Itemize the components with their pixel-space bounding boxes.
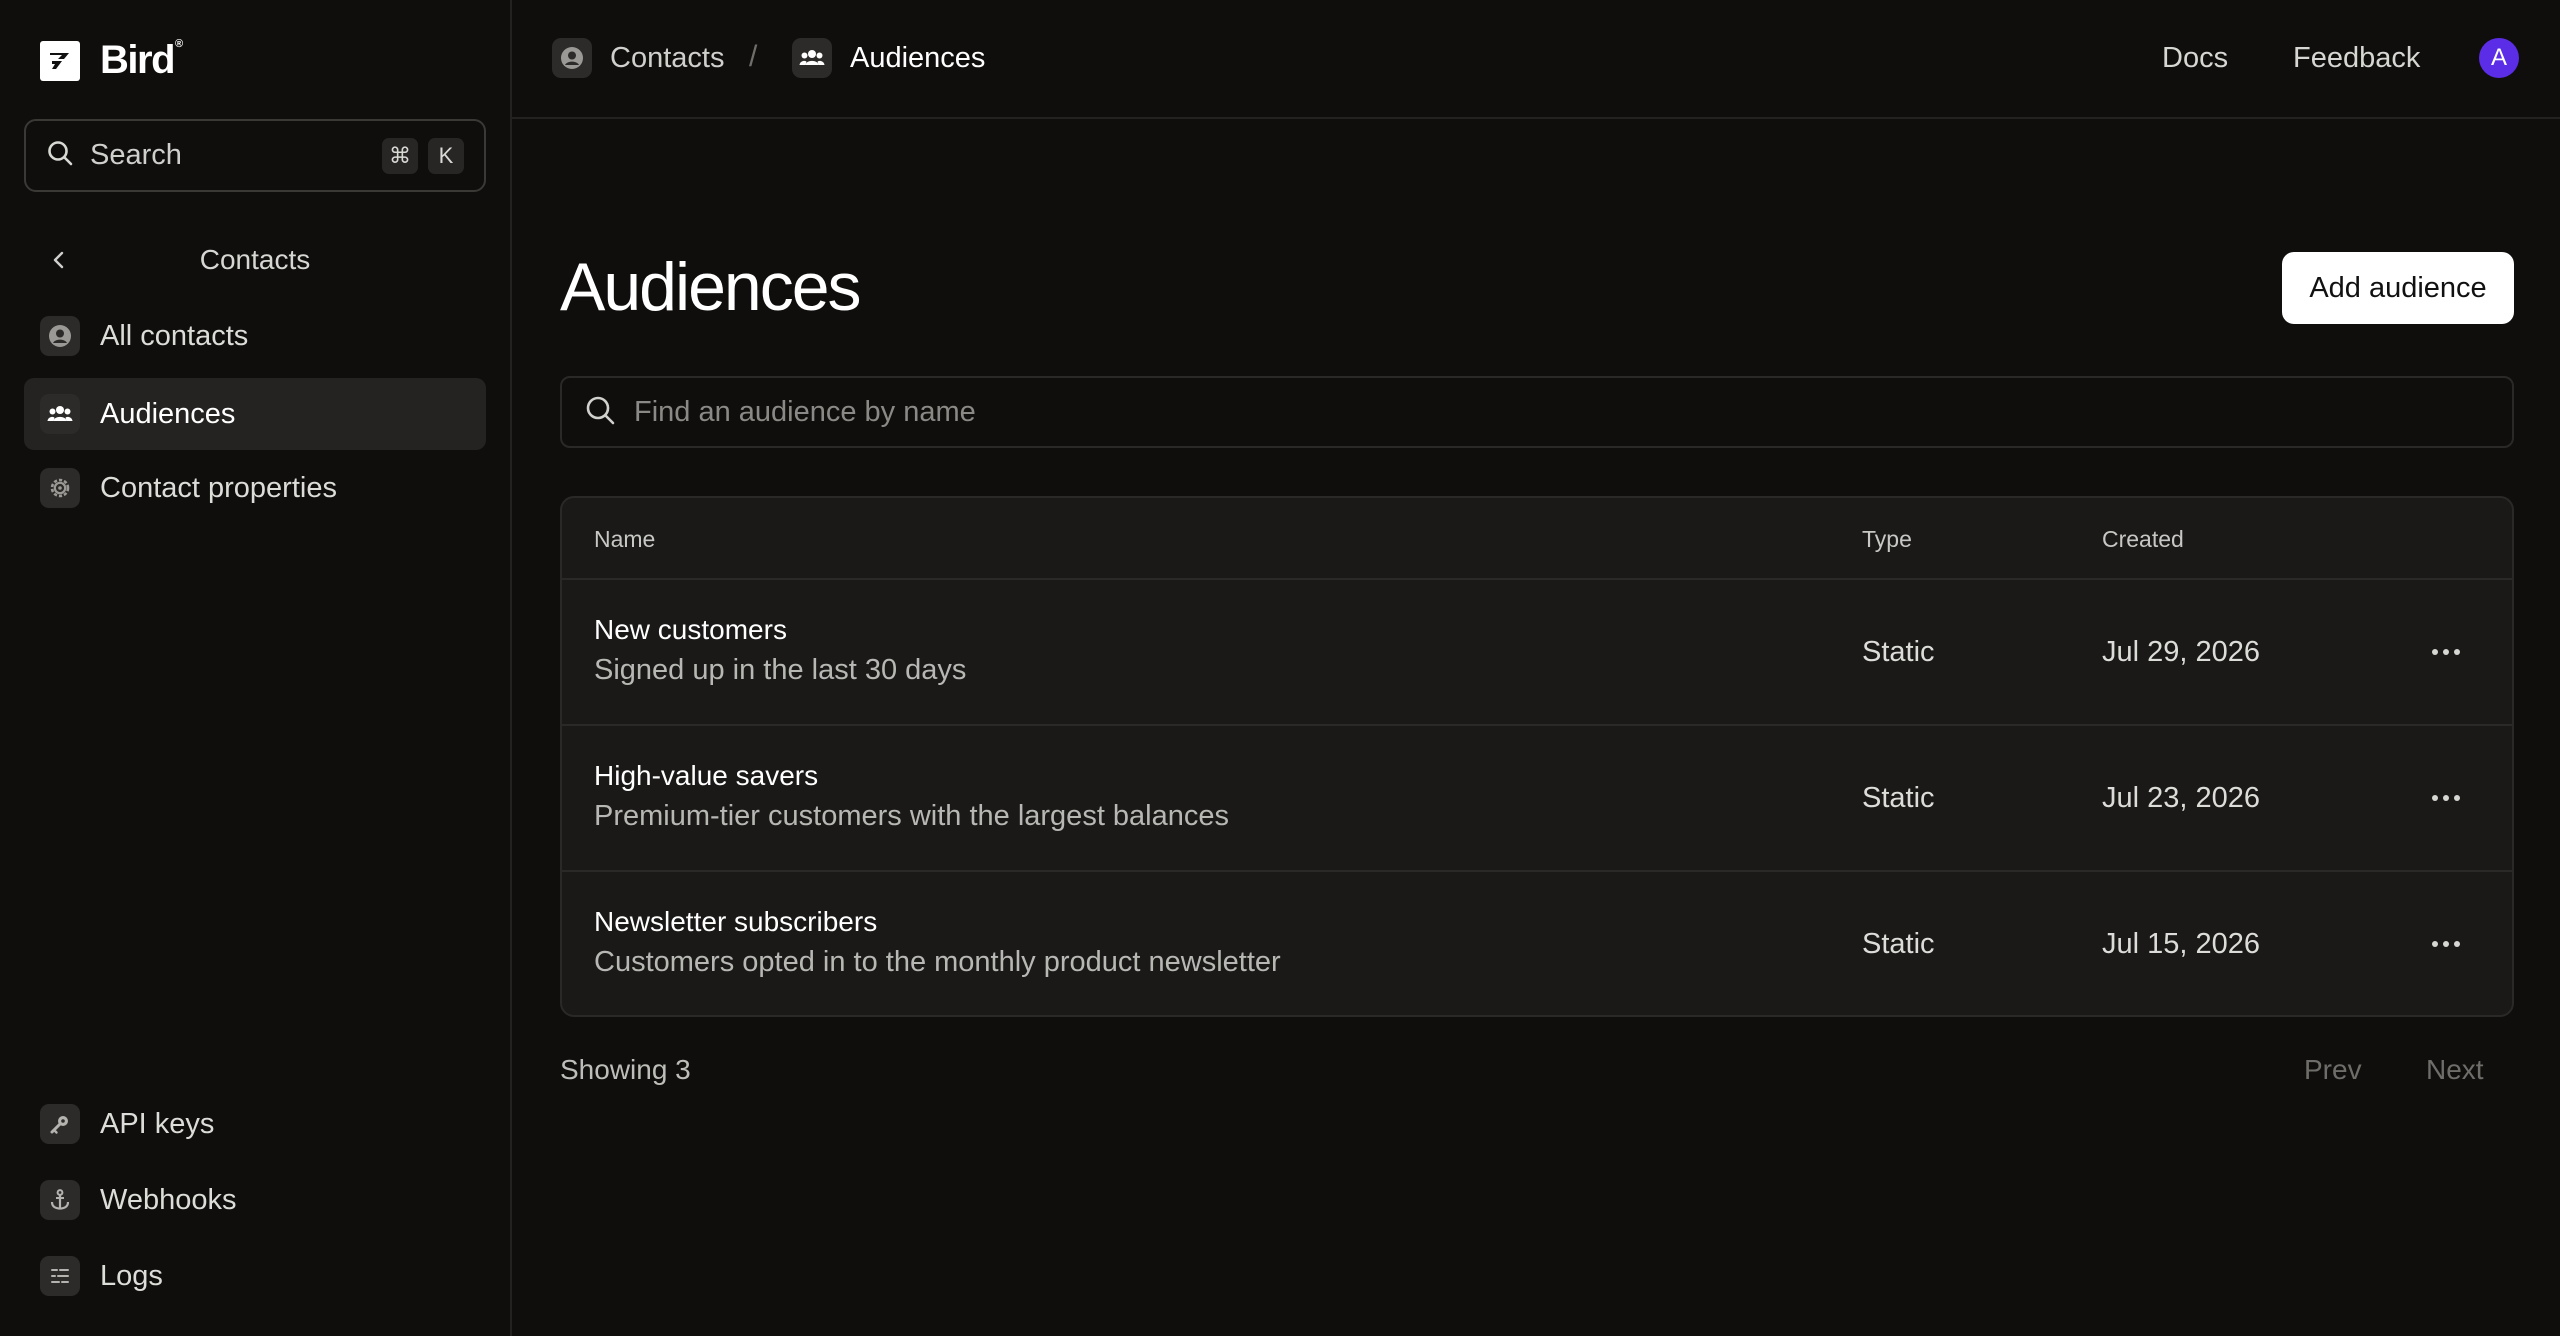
- next-page-button[interactable]: Next: [2426, 1054, 2484, 1086]
- audience-name[interactable]: New customers: [594, 614, 787, 646]
- users-group-icon: [40, 394, 80, 434]
- main-content: Contacts / Audiences Docs Feedback A Aud…: [512, 0, 2560, 1336]
- breadcrumb-separator: /: [749, 40, 758, 73]
- sidebar-item-label: Webhooks: [100, 1183, 237, 1216]
- table-header: Name Type Created: [562, 498, 2512, 580]
- audiences-table: Name Type Created New customers Signed u…: [560, 496, 2514, 1017]
- top-bar: Contacts / Audiences Docs Feedback A: [512, 0, 2560, 119]
- sidebar-item-api-keys[interactable]: API keys: [24, 1088, 486, 1160]
- user-circle-icon: [40, 316, 80, 356]
- breadcrumb-label: Contacts: [610, 41, 725, 74]
- docs-link[interactable]: Docs: [2162, 42, 2228, 75]
- sidebar: Bird® Search ⌘ K Contacts All contacts A…: [0, 0, 512, 1336]
- bird-logo-icon: [40, 40, 80, 81]
- sidebar-item-contact-properties[interactable]: Contact properties: [24, 452, 486, 524]
- audience-name[interactable]: High-value savers: [594, 760, 818, 792]
- sidebar-item-label: Logs: [100, 1259, 163, 1292]
- results-count: Showing 3: [560, 1054, 691, 1085]
- audience-description: Signed up in the last 30 days: [594, 654, 967, 686]
- sidebar-item-label: Audiences: [100, 397, 236, 430]
- add-audience-button[interactable]: Add audience: [2282, 252, 2514, 324]
- column-header-created[interactable]: Created: [2102, 526, 2184, 553]
- find-audience-placeholder: Find an audience by name: [634, 395, 976, 428]
- column-header-name[interactable]: Name: [594, 526, 655, 553]
- search-icon: [46, 139, 74, 172]
- breadcrumb-label: Audiences: [850, 41, 986, 74]
- chevron-left-icon[interactable]: [46, 247, 72, 273]
- audience-description: Customers opted in to the monthly produc…: [594, 946, 1281, 978]
- sidebar-item-audiences[interactable]: Audiences: [24, 378, 486, 450]
- app-window: Bird® Search ⌘ K Contacts All contacts A…: [0, 0, 2560, 1336]
- more-options-icon[interactable]: [2424, 632, 2468, 672]
- audience-type: Static: [1862, 928, 1935, 960]
- table-row[interactable]: High-value savers Premium-tier customers…: [562, 726, 2512, 872]
- column-header-type[interactable]: Type: [1862, 526, 1912, 553]
- gear-icon: [40, 468, 80, 508]
- sidebar-section-title: Contacts: [199, 244, 311, 275]
- more-options-icon[interactable]: [2424, 778, 2468, 818]
- audience-type: Static: [1862, 782, 1935, 814]
- audience-type: Static: [1862, 636, 1935, 668]
- users-group-icon: [792, 38, 832, 78]
- search-icon: [584, 394, 616, 431]
- search-label: Search: [90, 139, 182, 171]
- sidebar-item-label: API keys: [100, 1107, 215, 1140]
- breadcrumb-item-contacts[interactable]: Contacts: [552, 38, 724, 78]
- key-icon: [40, 1104, 80, 1144]
- sidebar-item-label: Contact properties: [100, 471, 337, 504]
- sidebar-item-logs[interactable]: Logs: [24, 1240, 486, 1312]
- brand-name: Bird®: [100, 38, 183, 82]
- anchor-icon: [40, 1180, 80, 1220]
- audience-created: Jul 15, 2026: [2102, 928, 2261, 960]
- avatar[interactable]: A: [2479, 38, 2519, 78]
- sidebar-section-header: Contacts: [24, 236, 486, 284]
- logs-icon: [40, 1256, 80, 1296]
- command-key-badge: ⌘: [382, 137, 418, 174]
- audience-description: Premium-tier customers with the largest …: [594, 800, 1230, 832]
- more-options-icon[interactable]: [2424, 924, 2468, 964]
- sidebar-item-label: All contacts: [100, 319, 249, 352]
- audience-name[interactable]: Newsletter subscribers: [594, 906, 877, 938]
- search-button[interactable]: Search ⌘ K: [24, 119, 486, 192]
- table-row[interactable]: Newsletter subscribers Customers opted i…: [562, 872, 2512, 1015]
- sidebar-item-webhooks[interactable]: Webhooks: [24, 1164, 486, 1236]
- k-key-badge: K: [428, 137, 464, 174]
- table-row[interactable]: New customers Signed up in the last 30 d…: [562, 580, 2512, 726]
- breadcrumb-item-audiences[interactable]: Audiences: [792, 38, 985, 78]
- user-circle-icon: [552, 38, 592, 78]
- sidebar-item-all-contacts[interactable]: All contacts: [24, 300, 486, 372]
- page-title: Audiences: [560, 249, 862, 325]
- prev-page-button[interactable]: Prev: [2304, 1054, 2362, 1086]
- audience-created: Jul 29, 2026: [2102, 636, 2261, 668]
- find-audience-input[interactable]: Find an audience by name: [560, 376, 2514, 448]
- feedback-link[interactable]: Feedback: [2293, 42, 2420, 75]
- brand-logo[interactable]: Bird®: [40, 38, 183, 83]
- audience-created: Jul 23, 2026: [2102, 782, 2261, 814]
